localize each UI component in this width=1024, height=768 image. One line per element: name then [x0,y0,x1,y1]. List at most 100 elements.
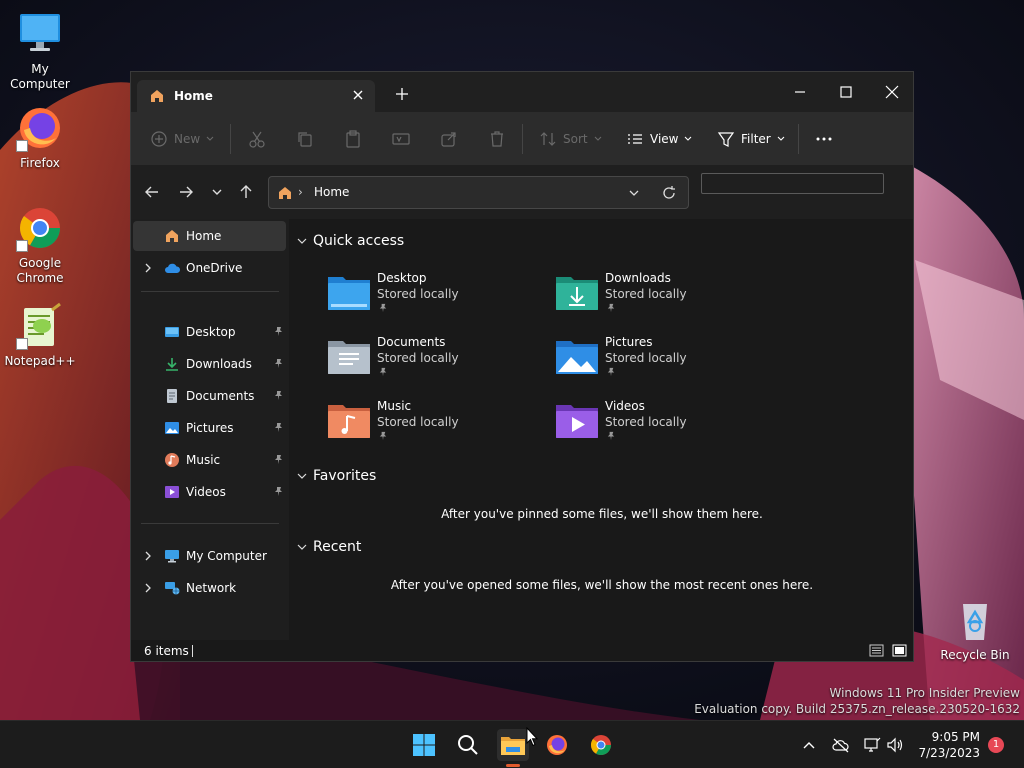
chevron-down-icon [206,136,214,141]
delete-icon[interactable] [487,129,507,149]
recent-locations-chevron-icon[interactable] [206,181,228,203]
up-arrow-icon[interactable] [235,181,257,203]
status-divider [192,645,193,657]
sidebar-item-music[interactable]: Music [133,445,286,475]
desktop-icon-google-chrome[interactable]: Google Chrome [0,204,80,286]
quick-access-videos[interactable]: Videos Stored locally [555,397,775,453]
pin-icon [275,487,282,496]
chevron-right-icon[interactable] [143,550,153,562]
forward-arrow-icon[interactable] [175,181,197,203]
home-icon [166,230,178,242]
cloud-offline-icon[interactable] [832,737,850,753]
taskbar-file-explorer[interactable] [497,729,529,761]
tab-title: Home [174,89,213,103]
filter-button[interactable]: Filter [717,126,785,152]
chevron-down-icon [297,473,307,479]
quick-access-downloads[interactable]: Downloads Stored locally [555,269,775,325]
sidebar-item-my-computer[interactable]: My Computer [133,541,286,571]
notification-badge[interactable]: 1 [988,737,1004,753]
quick-access-item-name: Videos [605,399,645,413]
sidebar-divider [141,523,279,524]
status-bar: 6 items [131,640,913,661]
sidebar-item-network[interactable]: Network [133,573,286,603]
search-icon [458,735,478,755]
taskbar-firefox[interactable] [541,729,573,761]
command-bar: New Sort View Filter [131,112,913,165]
pin-icon [379,367,387,377]
rename-icon[interactable] [391,129,411,149]
copy-icon[interactable] [295,129,315,149]
more-options-icon[interactable] [814,129,834,149]
sidebar-item-desktop[interactable]: Desktop [133,317,286,347]
share-icon[interactable] [439,129,459,149]
new-button[interactable]: New [150,126,214,152]
sidebar-item-home[interactable]: Home [133,221,286,251]
pin-icon [275,359,282,368]
recent-header[interactable]: Recent [297,539,361,555]
sidebar-item-documents[interactable]: Documents [133,381,286,411]
breadcrumb-home[interactable]: Home [314,185,349,199]
paste-icon[interactable] [343,129,363,149]
sidebar-item-videos[interactable]: Videos [133,477,286,507]
chevron-right-icon[interactable] [143,582,153,594]
network-icon [165,582,180,595]
shortcut-arrow-icon [16,338,28,350]
taskbar-chrome[interactable] [585,729,617,761]
network-status-icon[interactable] [863,737,881,753]
close-window-icon[interactable] [869,78,915,106]
sidebar-item-label: Music [186,453,221,467]
minimize-icon[interactable] [777,78,823,106]
clock-date: 7/23/2023 [918,746,980,760]
desktop-icon-recycle-bin[interactable]: Recycle Bin [935,596,1015,663]
tab-home[interactable]: Home [137,80,375,112]
quick-access-item-location: Stored locally [605,415,687,429]
volume-icon[interactable] [886,737,904,753]
details-view-icon[interactable] [869,643,884,658]
refresh-icon[interactable] [661,185,677,201]
desktop-icon-notepadpp[interactable]: Notepad++ [0,302,80,369]
sidebar-item-downloads[interactable]: Downloads [133,349,286,379]
windows-evaluation-watermark: Windows 11 Pro Insider Preview Evaluatio… [694,685,1020,717]
new-button-label: New [174,132,201,146]
clock-time: 9:05 PM [931,730,980,744]
desktop-icon-label: Google Chrome [16,256,64,285]
sort-icon [540,132,556,146]
maximize-icon[interactable] [823,78,869,106]
start-button[interactable] [408,729,440,761]
close-tab-icon[interactable] [349,86,367,104]
recycle-bin-icon [951,596,999,644]
back-arrow-icon[interactable] [141,181,163,203]
sidebar-item-onedrive[interactable]: OneDrive [133,253,286,283]
sidebar-item-label: Pictures [186,421,234,435]
quick-access-pictures[interactable]: Pictures Stored locally [555,333,775,389]
quick-access-desktop[interactable]: Desktop Stored locally [327,269,547,325]
view-button-label: View [650,132,679,146]
show-hidden-icons-chevron-icon[interactable] [800,737,818,753]
chevron-right-icon[interactable] [143,262,153,274]
title-bar[interactable]: Home [131,72,913,112]
sidebar-item-pictures[interactable]: Pictures [133,413,286,443]
desktop-icon-firefox[interactable]: Firefox [0,104,80,171]
filter-icon [717,132,735,147]
search-button[interactable] [452,729,484,761]
desktop-icon-label: Firefox [20,156,60,170]
search-input[interactable] [701,173,884,194]
sort-button[interactable]: Sort [539,126,602,152]
address-history-chevron-icon[interactable] [627,186,641,200]
quick-access-documents[interactable]: Documents Stored locally [327,333,547,389]
large-icons-view-icon[interactable] [892,643,907,658]
quick-access-item-name: Desktop [377,271,427,285]
desktop-icon [165,327,179,337]
quick-access-header[interactable]: Quick access [297,233,404,249]
new-tab-icon[interactable] [393,85,411,103]
chevron-down-icon [297,544,307,550]
desktop-icon-my-computer[interactable]: My Computer [0,10,80,92]
cut-icon[interactable] [247,129,267,149]
address-bar[interactable]: › Home [268,176,689,209]
picture-icon [165,422,179,434]
favorites-header[interactable]: Favorites [297,468,376,484]
quick-access-music[interactable]: Music Stored locally [327,397,547,453]
view-list-icon [628,134,642,144]
view-button[interactable]: View [626,126,692,152]
system-clock[interactable]: 9:05 PM 7/23/2023 [910,729,980,761]
